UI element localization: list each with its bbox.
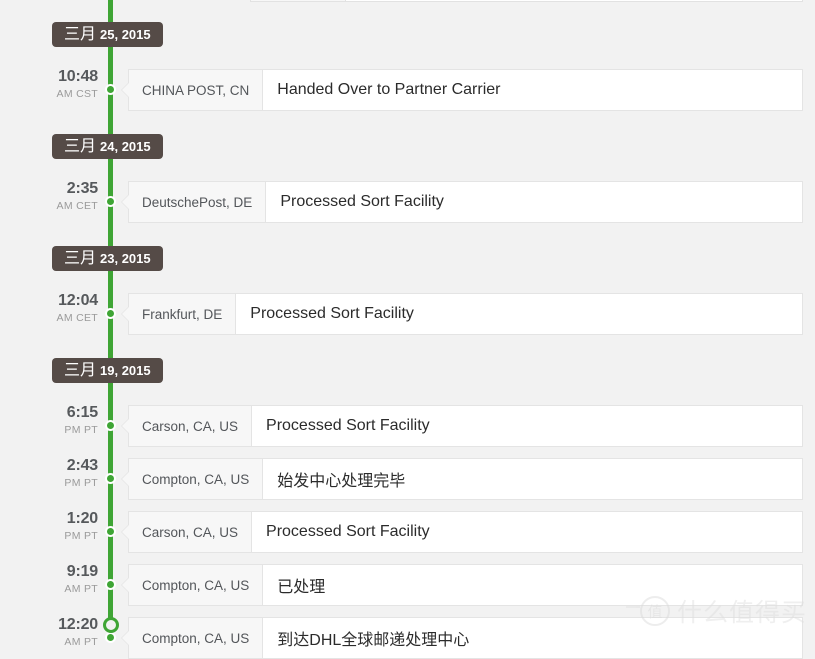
timeline-dot-icon [105,84,116,95]
timeline-event-row: 2:35 AM CET DeutschePost, DE Processed Sort… [0,181,815,223]
timeline-dot-icon [105,526,116,537]
date-badge: 三月 19, 2015 [52,358,163,383]
event-time-block: 10:48 AM CST [0,68,99,100]
event-time-block: 6:15 PM PT [0,405,98,436]
timeline-dot-icon [105,308,116,319]
tracking-timeline: 三月 25, 2015 10:48 AM CST CHINA POST, CN Hande… [0,0,815,659]
event-description: 到达DHL全球邮递处理中心 [277,632,470,649]
date-badge-month: 三月 [64,25,97,43]
event-location: CHINA POST, CN [129,70,264,110]
timeline-event-row: 1:20 PM PT Carson, CA, US Processed Sort Fa… [0,511,815,553]
date-badge-day-year: 24, 2015 [100,139,151,154]
date-badge-month: 三月 [64,249,97,267]
event-time: 12:20 [58,616,98,633]
event-card[interactable]: DeutschePost, DE Processed Sort Facility [121,181,803,223]
event-time-block: 12:20 AM PT [0,617,98,648]
event-location: Carson, CA, US [129,406,253,446]
date-badge-day-year: 19, 2015 [100,363,151,378]
event-time: 2:35 [66,180,98,197]
date-badge: 三月 23, 2015 [52,246,163,271]
timeline-event-row: 12:20 AM PT Compton, CA, US 到达DHL全球邮递处理中心 [0,617,815,659]
event-card[interactable]: Carson, CA, US Processed Sort Facility [121,405,803,447]
timeline-dot-icon [105,473,116,484]
event-description: Processed Sort Facility [250,305,414,322]
event-timezone: AM PT [64,636,98,648]
event-card[interactable]: Compton, CA, US 已处理 [121,564,803,606]
event-location: Compton, CA, US [129,459,264,499]
event-time: 6:15 [66,404,98,421]
event-card[interactable]: CHINA POST, CN Handed Over to Partner Car… [121,69,803,111]
event-time-block: 12:04 AM CET [0,292,99,324]
timeline-event-row: 10:48 AM CST CHINA POST, CN Handed Over to … [0,69,815,111]
event-location: Compton, CA, US [129,565,264,605]
timeline-dot-icon [105,196,116,207]
date-badge: 三月 24, 2015 [52,134,163,159]
date-badge-day-year: 25, 2015 [100,27,151,42]
event-time-block: 2:43 PM PT [0,458,98,489]
event-timezone: PM PT [64,477,98,489]
event-location: Frankfurt, DE [129,294,237,334]
event-card[interactable]: Compton, CA, US 始发中心处理完毕 [121,458,803,500]
date-badge-month: 三月 [64,137,97,155]
event-card[interactable]: Carson, CA, US Processed Sort Facility [121,511,803,553]
watermark-dash [625,606,640,608]
event-time: 10:48 [58,68,98,85]
partial-location-cell [251,0,346,1]
event-time: 12:04 [58,292,98,309]
event-location: DeutschePost, DE [129,182,267,222]
timeline-dot-icon [105,420,116,431]
event-time-block: 9:19 AM PT [0,564,98,595]
timeline-event-row: 9:19 AM PT Compton, CA, US 已处理 [0,564,815,606]
timeline-end-marker-icon [103,617,119,633]
timeline-event-row: 2:43 PM PT Compton, CA, US 始发中心处理完毕 [0,458,815,500]
event-card[interactable]: Compton, CA, US 到达DHL全球邮递处理中心 [121,617,803,659]
date-badge: 三月 25, 2015 [52,22,163,47]
event-location: Carson, CA, US [129,512,253,552]
timeline-event-row: 12:04 AM CET Frankfurt, DE Processed Sort F… [0,293,815,335]
event-description: Handed Over to Partner Carrier [277,81,501,98]
event-timezone: AM CET [56,312,98,324]
event-timezone: AM CET [56,200,98,212]
event-timezone: PM PT [64,424,98,436]
date-badge-month: 三月 [64,361,97,379]
event-timezone: AM CST [56,88,98,100]
event-time: 2:43 [66,457,98,474]
timeline-dot-icon [105,632,116,643]
event-time-block: 1:20 PM PT [0,511,98,542]
event-description: Processed Sort Facility [266,417,430,434]
timeline-dot-icon [105,579,116,590]
event-description: Processed Sort Facility [280,193,444,210]
event-timezone: PM PT [64,530,98,542]
partial-event-row-top [250,0,803,2]
timeline-event-row: 6:15 PM PT Carson, CA, US Processed Sort Fa… [0,405,815,447]
event-description: 始发中心处理完毕 [277,473,406,490]
event-time: 9:19 [66,563,98,580]
event-location: Compton, CA, US [129,618,264,658]
event-description: Processed Sort Facility [266,523,430,540]
event-card[interactable]: Frankfurt, DE Processed Sort Facility [121,293,803,335]
event-timezone: AM PT [64,583,98,595]
event-description: 已处理 [277,579,326,596]
event-time: 1:20 [66,510,98,527]
date-badge-day-year: 23, 2015 [100,251,151,266]
event-time-block: 2:35 AM CET [0,180,99,212]
